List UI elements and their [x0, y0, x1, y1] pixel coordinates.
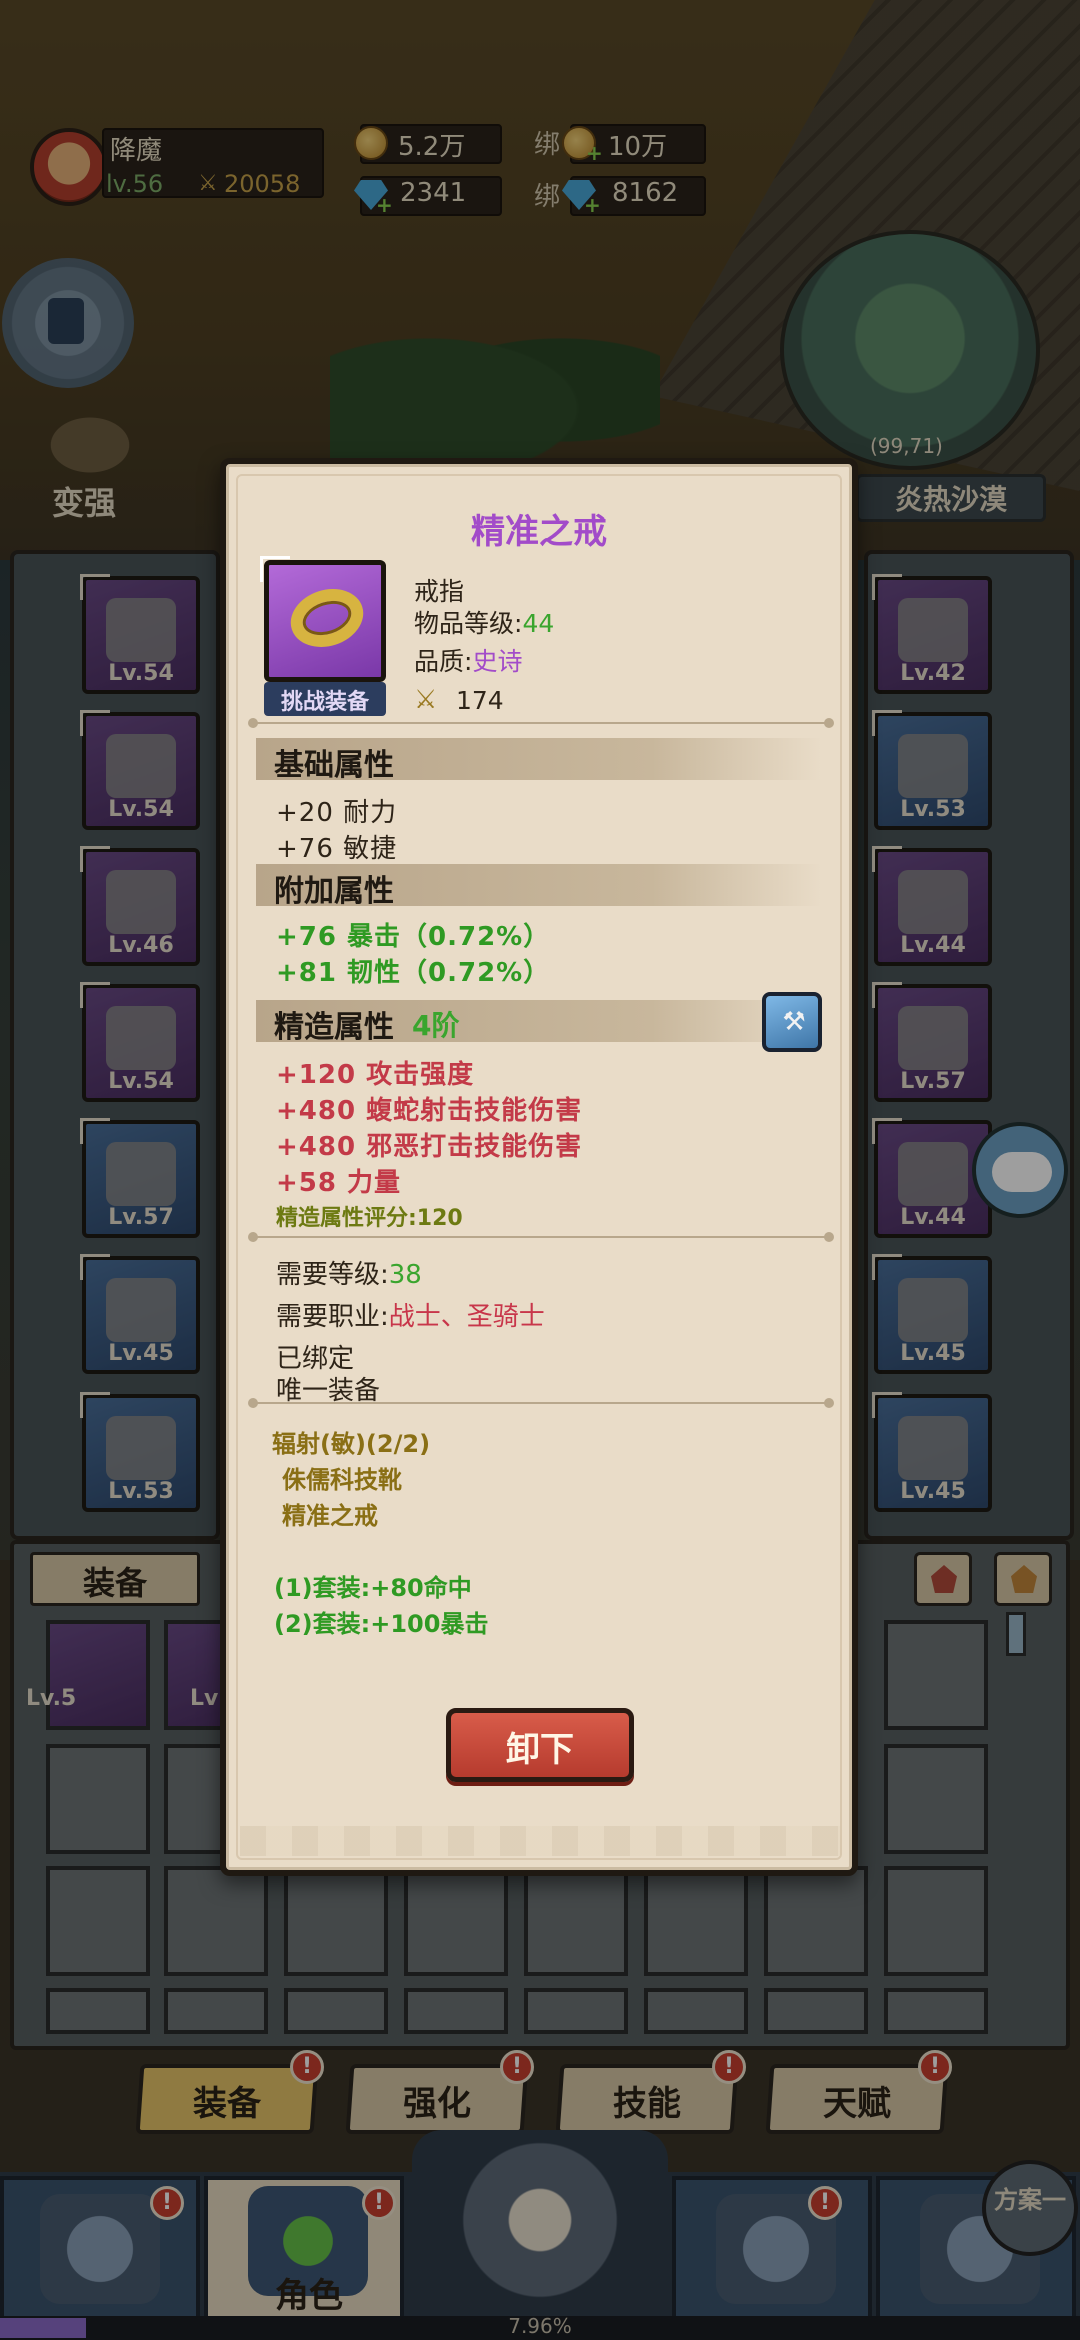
stat-line: +81 韧性（0.72%） [276, 958, 551, 988]
base-stats-title: 基础属性 [274, 748, 394, 783]
required-class-label: 需要职业: [276, 1302, 389, 1332]
game-screen: 降魔 lv.56 ⚔ 20058 5.2万 绑 + 10万 + 2341 绑 +… [0, 0, 1080, 2340]
set-bonus: (1)套装:+80命中 [274, 1574, 472, 1602]
item-type: 戒指 [414, 577, 465, 606]
stat-line: +480 蝮蛇射击技能伤害 [276, 1096, 583, 1126]
set-piece: 精准之戒 [282, 1502, 378, 1530]
divider [248, 718, 834, 728]
stat-line: +120 攻击强度 [276, 1060, 475, 1090]
item-score: 174 [456, 686, 504, 715]
set-piece: 侏儒科技靴 [282, 1466, 402, 1494]
required-class-row: 需要职业:战士、圣骑士 [276, 1296, 545, 1333]
stat-line: +20 耐力 [276, 798, 398, 828]
corner-icon [260, 556, 290, 582]
required-level-value: 38 [388, 1260, 422, 1290]
refine-tier: 4阶 [412, 1009, 460, 1042]
set-bonus: (2)套装:+100暴击 [274, 1610, 489, 1638]
unequip-button-label[interactable]: 卸下 [446, 1722, 634, 1771]
set-name: 辐射(敏)(2/2) [272, 1430, 431, 1458]
required-level-label: 需要等级: [276, 1260, 389, 1290]
extra-stats-title: 附加属性 [274, 874, 394, 909]
item-name: 精准之戒 [471, 512, 607, 552]
hammer-icon: ⚒ [782, 1007, 806, 1037]
item-quality-value: 史诗 [472, 647, 523, 676]
stat-line: +58 力量 [276, 1168, 402, 1198]
item-quality-row: 品质:史诗 [414, 642, 522, 678]
stat-line: +76 敏捷 [276, 834, 398, 864]
stat-line: +480 邪恶打击技能伤害 [276, 1132, 583, 1162]
crossed-swords-icon: ⚔ [414, 685, 438, 715]
refine-stats-title: 精造属性 [274, 1010, 394, 1045]
divider [248, 1232, 834, 1242]
challenge-label: 挑战装备 [280, 690, 369, 715]
stat-line: +76 暴击（0.72%） [276, 922, 551, 952]
item-quality-label: 品质: [414, 647, 473, 676]
required-level-row: 需要等级:38 [276, 1254, 422, 1291]
item-level-row: 物品等级:44 [414, 604, 554, 640]
required-class-value: 战士、圣骑士 [388, 1302, 545, 1332]
tooltip-bottom-edge [240, 1826, 840, 1856]
item-level-value: 44 [522, 609, 555, 638]
refine-button[interactable]: ⚒ [762, 992, 822, 1052]
divider [248, 1398, 834, 1408]
item-level-label: 物品等级: [414, 609, 523, 638]
refine-score: 精造属性评分:120 [276, 1206, 463, 1231]
